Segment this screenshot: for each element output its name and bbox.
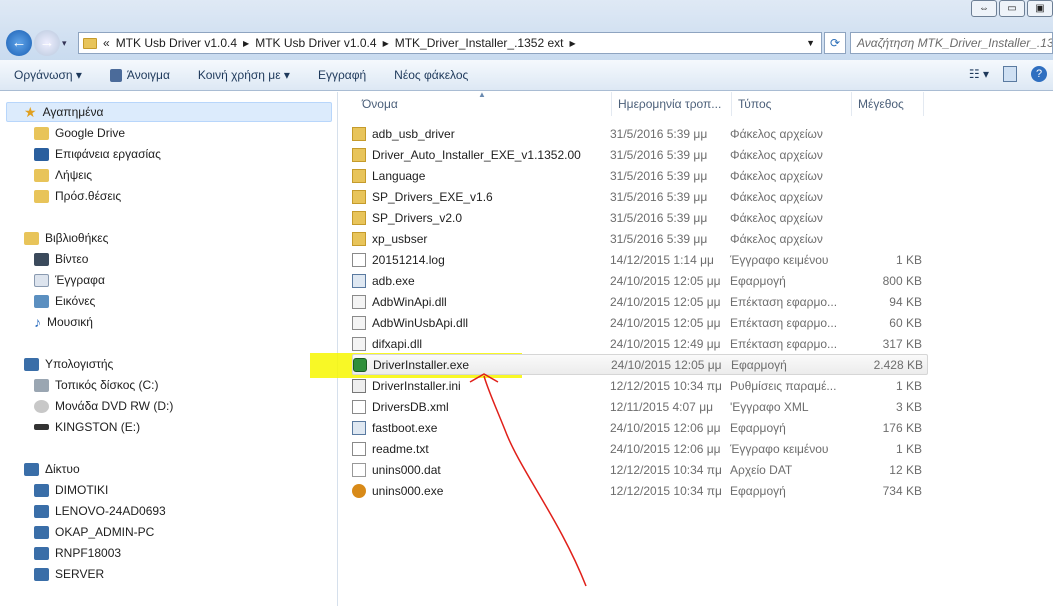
arrow-line <box>483 375 587 587</box>
arrow-annotation <box>469 373 587 587</box>
